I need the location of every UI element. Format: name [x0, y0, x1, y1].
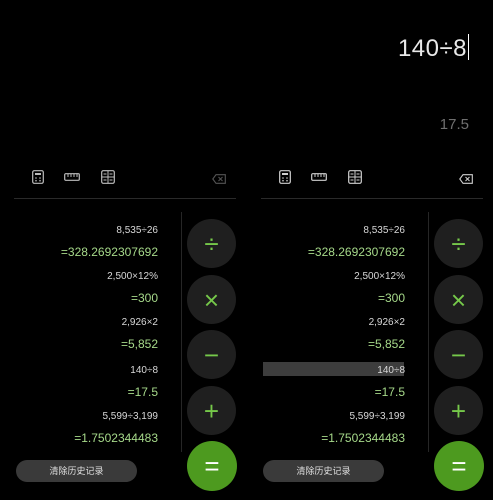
history-item-selected[interactable]: 140÷8 =17.5 [375, 364, 405, 400]
history-result[interactable]: =5,852 [121, 336, 158, 352]
history-item[interactable]: 8,535÷26 =328.2692307692 [308, 224, 405, 260]
history-panel-right: 8,535÷26 =328.2692307692 2,500×12% =300 … [247, 160, 493, 500]
history-expression: 5,599÷3,199 [349, 411, 405, 422]
subtract-button[interactable]: − [434, 330, 483, 379]
history-item[interactable]: 140÷8 =17.5 [128, 364, 158, 400]
history-panel-left: 8,535÷26 =328.2692307692 2,500×12% =300 … [0, 160, 246, 500]
history-item[interactable]: 5,599÷3,199 =1.7502344483 [321, 410, 405, 446]
history-expression: 140÷8 [377, 365, 405, 376]
ruler-icon[interactable] [311, 169, 327, 185]
scientific-calculator-icon[interactable] [347, 169, 363, 185]
backspace-icon[interactable] [459, 171, 473, 189]
history-expression: 2,926×2 [368, 317, 405, 328]
toolbar [14, 160, 236, 199]
calculator-display: 140÷8 17.5 [0, 0, 493, 160]
history-item[interactable]: 2,500×12% =300 [354, 270, 405, 306]
history-item[interactable]: 2,500×12% =300 [107, 270, 158, 306]
divider [428, 212, 429, 452]
equals-button[interactable]: = [187, 441, 237, 491]
history-item[interactable]: 2,926×2 =5,852 [121, 316, 158, 352]
divide-button[interactable]: ÷ [434, 219, 483, 268]
history-expression: 5,599÷3,199 [102, 411, 158, 422]
calculator-icon[interactable] [30, 169, 46, 185]
history-result[interactable]: =5,852 [368, 336, 405, 352]
history-expression: 8,535÷26 [116, 225, 158, 236]
toolbar [261, 160, 483, 199]
calculator-icon[interactable] [277, 169, 293, 185]
history-expression: 2,926×2 [121, 317, 158, 328]
history-list[interactable]: 8,535÷26 =328.2692307692 2,500×12% =300 … [14, 204, 178, 500]
history-result[interactable]: =17.5 [128, 384, 158, 400]
history-result[interactable]: =1.7502344483 [74, 430, 158, 446]
divide-button[interactable]: ÷ [187, 219, 236, 268]
history-item[interactable]: 8,535÷26 =328.2692307692 [61, 224, 158, 260]
clear-history-button[interactable]: 清除历史记录 [16, 460, 137, 482]
history-expression: 2,500×12% [107, 271, 158, 282]
multiply-button[interactable]: × [187, 275, 236, 324]
history-item[interactable]: 2,926×2 =5,852 [368, 316, 405, 352]
history-result[interactable]: =1.7502344483 [321, 430, 405, 446]
divider [181, 212, 182, 452]
history-expression: 8,535÷26 [363, 225, 405, 236]
history-list[interactable]: 8,535÷26 =328.2692307692 2,500×12% =300 … [261, 204, 425, 500]
add-button[interactable]: + [434, 386, 483, 435]
backspace-icon[interactable] [212, 171, 226, 189]
history-expression: 140÷8 [130, 365, 158, 376]
add-button[interactable]: + [187, 386, 236, 435]
multiply-button[interactable]: × [434, 275, 483, 324]
equals-button[interactable]: = [434, 441, 484, 491]
history-result[interactable]: =328.2692307692 [308, 244, 405, 260]
ruler-icon[interactable] [64, 169, 80, 185]
subtract-button[interactable]: − [187, 330, 236, 379]
text-cursor [468, 34, 469, 60]
result-preview: 17.5 [439, 116, 469, 133]
history-result[interactable]: =328.2692307692 [61, 244, 158, 260]
history-result[interactable]: =300 [354, 290, 405, 306]
clear-history-button[interactable]: 清除历史记录 [263, 460, 384, 482]
scientific-calculator-icon[interactable] [100, 169, 116, 185]
history-result[interactable]: =17.5 [375, 384, 405, 400]
history-expression: 2,500×12% [354, 271, 405, 282]
expression-input[interactable]: 140÷8 [398, 34, 469, 63]
history-result[interactable]: =300 [107, 290, 158, 306]
history-item[interactable]: 5,599÷3,199 =1.7502344483 [74, 410, 158, 446]
